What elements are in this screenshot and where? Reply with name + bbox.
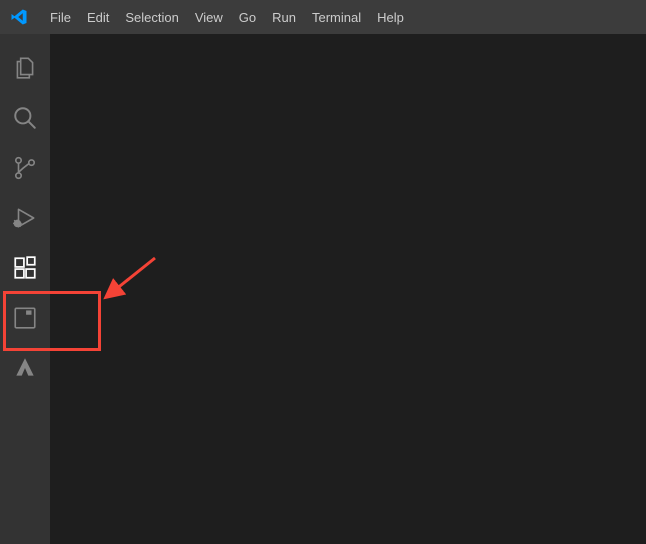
activity-source-control[interactable]: [0, 144, 50, 194]
remote-explorer-icon: [12, 305, 38, 334]
source-control-icon: [12, 155, 38, 184]
activity-search[interactable]: [0, 94, 50, 144]
menu-view[interactable]: View: [187, 0, 231, 34]
menu-terminal[interactable]: Terminal: [304, 0, 369, 34]
menu-help[interactable]: Help: [369, 0, 412, 34]
main-area: [0, 34, 646, 544]
menu-file[interactable]: File: [42, 0, 79, 34]
editor-area: [50, 34, 646, 544]
activity-bar: [0, 34, 50, 544]
search-icon: [12, 105, 38, 134]
extensions-icon: [12, 255, 38, 284]
files-icon: [12, 55, 38, 84]
activity-azure[interactable]: [0, 344, 50, 394]
menu-go[interactable]: Go: [231, 0, 264, 34]
azure-icon: [12, 355, 38, 384]
activity-run-debug[interactable]: [0, 194, 50, 244]
run-debug-icon: [12, 205, 38, 234]
menu-run[interactable]: Run: [264, 0, 304, 34]
menu-bar: File Edit Selection View Go Run Terminal…: [42, 0, 412, 34]
activity-explorer[interactable]: [0, 44, 50, 94]
menu-selection[interactable]: Selection: [117, 0, 186, 34]
activity-remote-explorer[interactable]: [0, 294, 50, 344]
title-bar: File Edit Selection View Go Run Terminal…: [0, 0, 646, 34]
vscode-logo-icon: [10, 8, 28, 26]
menu-edit[interactable]: Edit: [79, 0, 117, 34]
activity-extensions[interactable]: [0, 244, 50, 294]
